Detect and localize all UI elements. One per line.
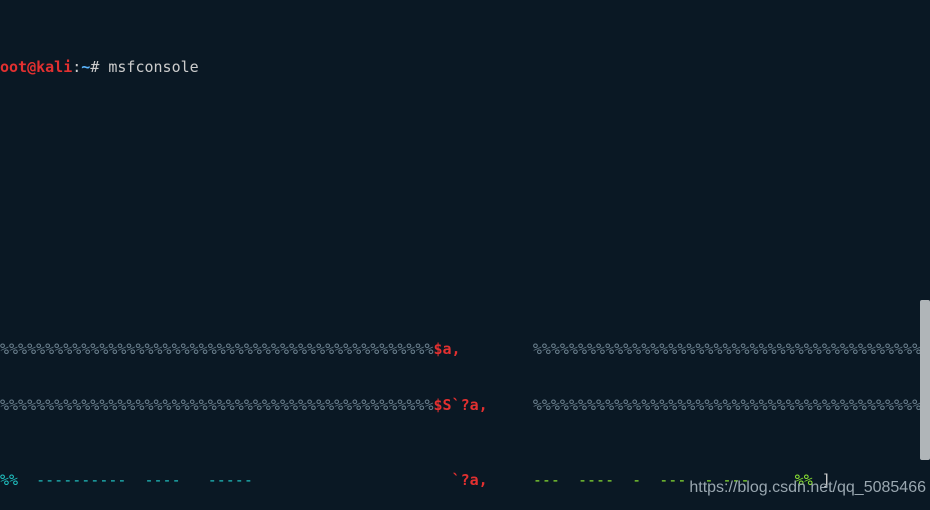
terminal[interactable]: oot@kali:~# msfconsole %%%%%%%%%%%%%%%%%… (0, 0, 930, 510)
scrollbar[interactable] (920, 0, 930, 510)
prompt-user: oot@kali (0, 58, 72, 76)
shell-prompt: oot@kali:~# msfconsole (0, 58, 930, 77)
watermark: https://blog.csdn.net/qq_5085466 (689, 478, 926, 498)
command-entered: msfconsole (108, 58, 198, 76)
blank-line (0, 190, 930, 209)
blank-line (0, 133, 930, 152)
scrollbar-thumb[interactable] (920, 300, 930, 460)
prompt-path: ~ (81, 58, 90, 76)
metasploit-banner: %%%%%%%%%%%%%%%%%%%%%%%%%%%%%%%%%%%%%%%%… (0, 283, 930, 510)
